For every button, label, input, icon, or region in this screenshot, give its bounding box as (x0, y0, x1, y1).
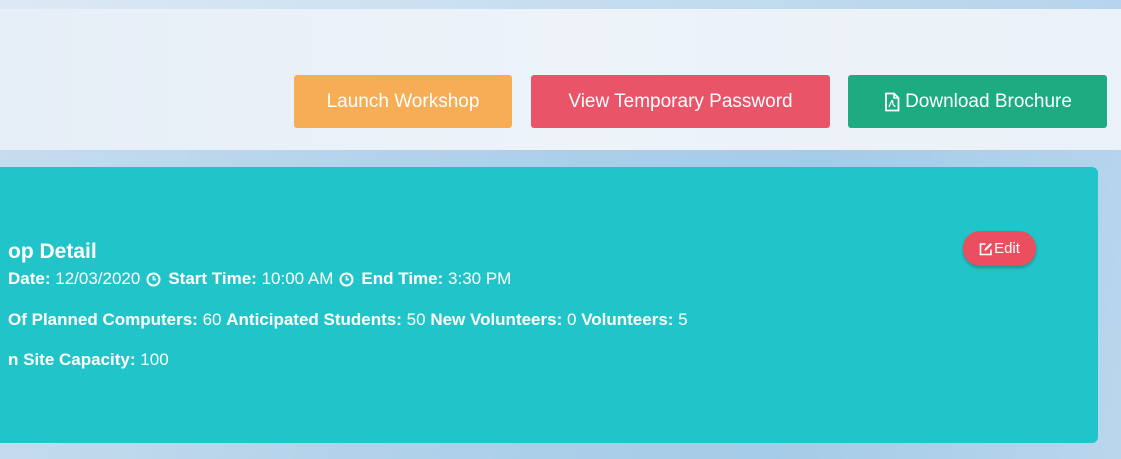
capacity-row: Of Planned Computers: 60 Anticipated Stu… (8, 310, 688, 330)
end-time-value: 3:30 PM (448, 269, 512, 288)
planned-computers-value: 60 (202, 310, 222, 329)
planned-computers-label: Of Planned Computers: (8, 310, 198, 329)
date-label: Date: (8, 269, 51, 288)
end-time-label: End Time: (361, 269, 444, 288)
action-toolbar: Launch Workshop View Temporary Password … (0, 9, 1121, 150)
new-volunteers-label: New Volunteers: (430, 310, 563, 329)
pdf-file-icon (883, 92, 901, 112)
edit-icon (979, 242, 993, 256)
anticipated-students-label: Anticipated Students: (226, 310, 402, 329)
site-capacity-label: n Site Capacity: (8, 350, 136, 369)
clock-icon (339, 272, 354, 287)
view-temporary-password-button[interactable]: View Temporary Password (531, 75, 830, 128)
volunteers-label: Volunteers: (581, 310, 674, 329)
launch-workshop-label: Launch Workshop (326, 90, 480, 112)
view-password-label: View Temporary Password (568, 90, 793, 112)
site-capacity-row: n Site Capacity: 100 (8, 350, 169, 370)
edit-button[interactable]: Edit (963, 231, 1036, 266)
start-time-value: 10:00 AM (261, 269, 334, 288)
workshop-detail-card: op Detail Date: 12/03/2020 Start Time: 1… (0, 167, 1098, 443)
card-title: op Detail (8, 240, 97, 263)
date-value: 12/03/2020 (55, 269, 141, 288)
anticipated-students-value: 50 (406, 310, 426, 329)
launch-workshop-button[interactable]: Launch Workshop (294, 75, 512, 128)
download-brochure-button[interactable]: Download Brochure (848, 75, 1107, 128)
start-time-label: Start Time: (168, 269, 257, 288)
clock-icon (146, 272, 161, 287)
edit-label: Edit (994, 240, 1020, 257)
schedule-row: Date: 12/03/2020 Start Time: 10:00 AM En… (8, 269, 511, 289)
volunteers-value: 5 (678, 310, 688, 329)
new-volunteers-value: 0 (566, 310, 577, 329)
site-capacity-value: 100 (140, 350, 169, 369)
download-brochure-label: Download Brochure (905, 90, 1072, 112)
